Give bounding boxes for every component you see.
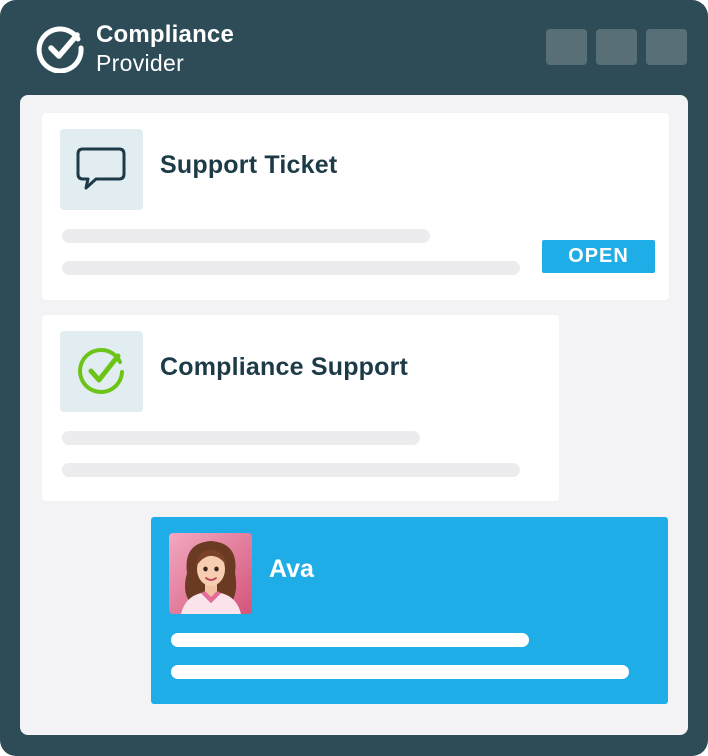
- agent-name: Ava: [269, 555, 314, 583]
- compliance-support-card[interactable]: Compliance Support: [42, 315, 559, 501]
- brand-logo: Compliance Provider: [96, 20, 234, 78]
- check-circle-icon: [60, 331, 143, 412]
- chat-bubble-icon: [60, 129, 143, 210]
- text-placeholder-line: [62, 431, 420, 445]
- app-window: Compliance Provider Support Ticket OPEN: [0, 0, 708, 756]
- support-ticket-card[interactable]: Support Ticket OPEN: [42, 113, 669, 300]
- check-circle-icon: [36, 23, 86, 74]
- ticket-title: Support Ticket: [160, 151, 338, 179]
- brand-name: Compliance: [96, 21, 235, 48]
- maximize-button[interactable]: [596, 29, 637, 65]
- status-badge: OPEN: [542, 240, 655, 273]
- brand-subtitle: Provider: [96, 50, 185, 76]
- text-placeholder-line: [171, 665, 629, 679]
- text-placeholder-line: [62, 261, 520, 275]
- text-placeholder-line: [62, 463, 520, 477]
- close-button[interactable]: [646, 29, 687, 65]
- agent-card[interactable]: Ava: [151, 517, 668, 704]
- minimize-button[interactable]: [546, 29, 587, 65]
- compliance-title: Compliance Support: [160, 353, 409, 381]
- text-placeholder-line: [171, 633, 529, 647]
- agent-avatar: [169, 533, 252, 614]
- text-placeholder-line: [62, 229, 430, 243]
